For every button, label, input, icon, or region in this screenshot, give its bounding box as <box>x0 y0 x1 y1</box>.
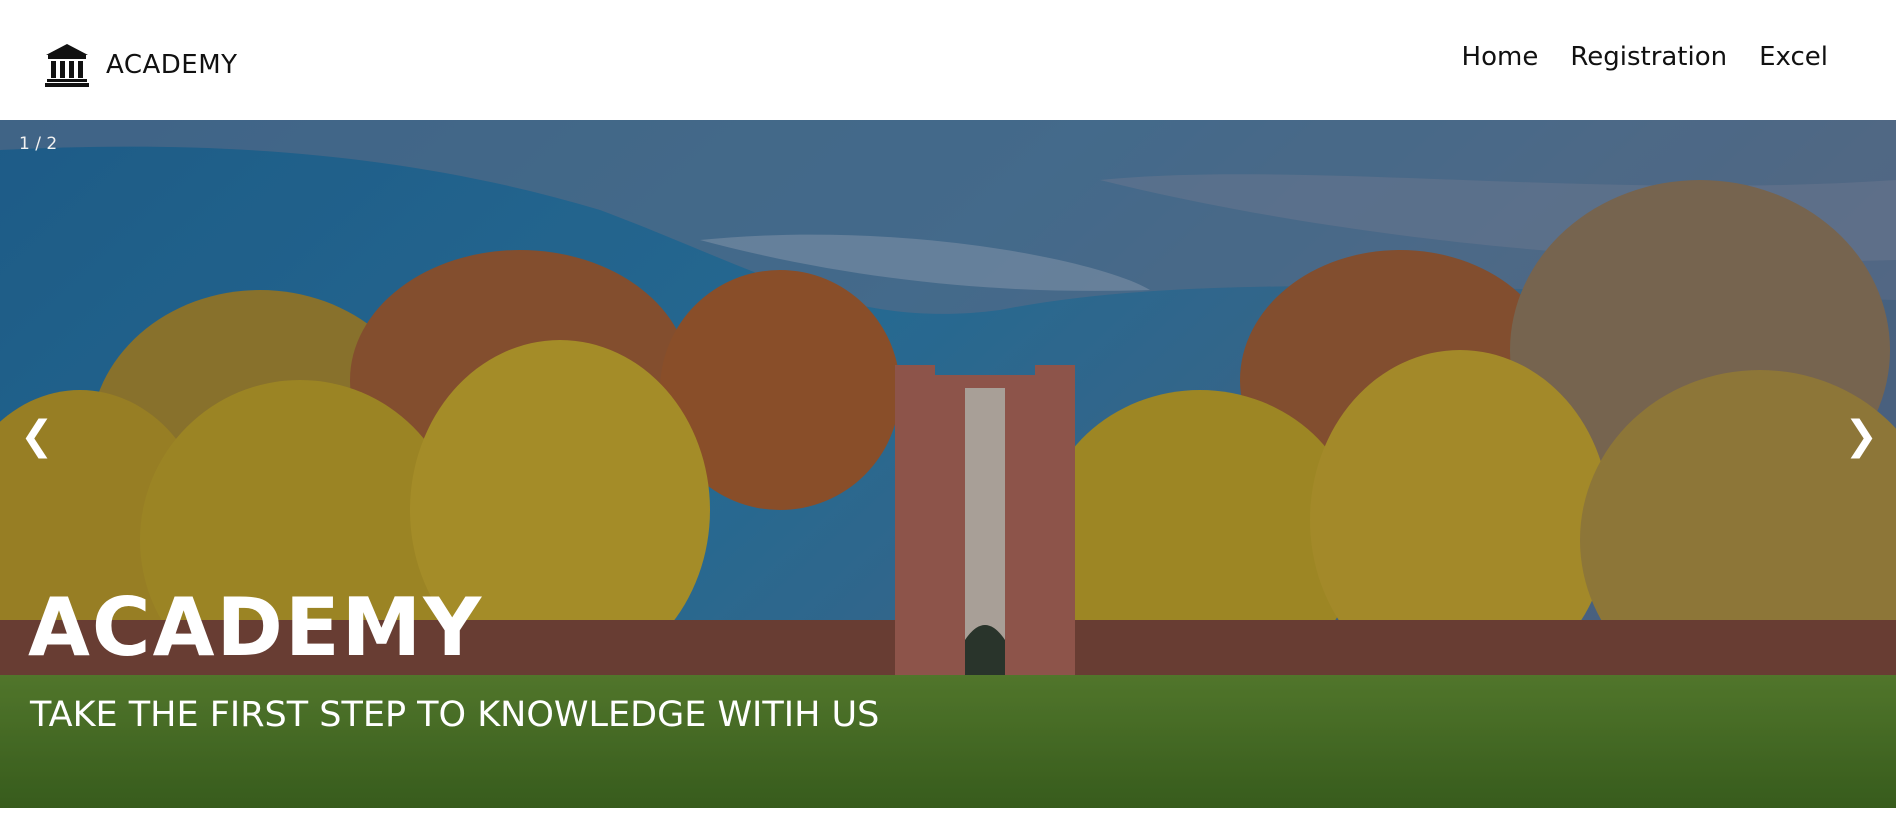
navbar: ACADEMY Home Registration Excel <box>0 0 1896 120</box>
brand-name: ACADEMY <box>106 50 238 80</box>
bank-building-icon <box>45 44 89 87</box>
nav-link-excel[interactable]: Excel <box>1759 42 1828 72</box>
next-slide-button[interactable]: ❯ <box>1844 416 1878 456</box>
hero-title: ACADEMY <box>28 581 484 674</box>
previous-slide-button[interactable]: ❮ <box>20 416 54 456</box>
nav-link-home[interactable]: Home <box>1462 42 1539 72</box>
nav-link-registration[interactable]: Registration <box>1570 42 1727 72</box>
hero-subtitle: TAKE THE FIRST STEP TO KNOWLEDGE WITIH U… <box>30 695 880 735</box>
slide-counter: 1 / 2 <box>19 134 58 154</box>
main-nav: Home Registration Excel <box>1462 42 1828 72</box>
brand[interactable]: ACADEMY <box>44 40 238 90</box>
hero-slideshow: 1 / 2 ❮ ❯ ACADEMY TAKE THE FIRST STEP TO… <box>0 120 1896 808</box>
